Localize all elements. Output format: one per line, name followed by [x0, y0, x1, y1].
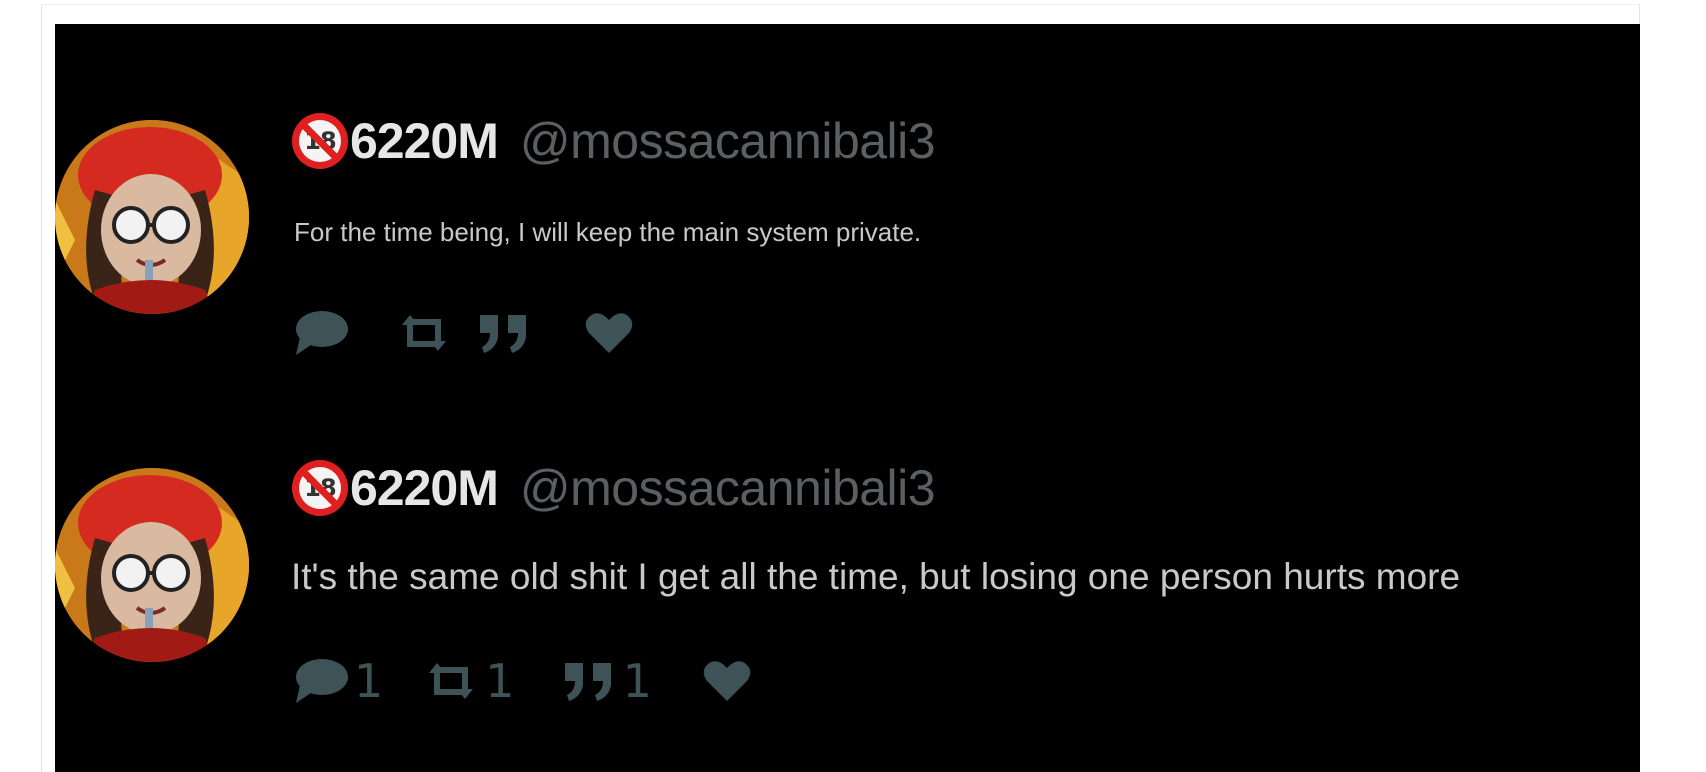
- age-restricted-18-icon: 18: [292, 460, 348, 516]
- avatar[interactable]: [55, 120, 249, 314]
- retweet-icon: [429, 663, 474, 699]
- tweet-screenshot: 18 6220M @mossacannibali3 For the time b…: [55, 24, 1640, 772]
- reply-button[interactable]: [292, 309, 354, 357]
- avatar[interactable]: [55, 468, 249, 662]
- heart-icon: [703, 661, 751, 701]
- tweet-actions: 1 1 1: [292, 654, 788, 708]
- tweet-actions: [292, 309, 670, 357]
- retweet-button[interactable]: 1: [423, 654, 515, 708]
- display-name[interactable]: 6220M: [350, 112, 499, 170]
- heart-icon: [585, 313, 633, 353]
- age-restricted-18-icon: 18: [292, 113, 348, 169]
- handle[interactable]: @mossacannibali3: [520, 459, 936, 517]
- tweet-header: 18 6220M @mossacannibali3: [292, 112, 936, 170]
- quote-icon: [564, 663, 611, 701]
- display-name[interactable]: 6220M: [350, 459, 499, 517]
- retweet-button[interactable]: [396, 313, 458, 353]
- retweet-icon: [402, 315, 446, 351]
- like-button[interactable]: [584, 311, 640, 355]
- tweet-header: 18 6220M @mossacannibali3: [292, 459, 936, 517]
- quote-button[interactable]: 1: [563, 654, 652, 708]
- quote-icon: [480, 315, 526, 353]
- quote-button[interactable]: [478, 313, 538, 353]
- reply-button[interactable]: 1: [292, 654, 383, 708]
- tweet-text: For the time being, I will keep the main…: [294, 217, 922, 247]
- reply-icon: [296, 659, 348, 703]
- tweet-text: It's the same old shit I get all the tim…: [291, 556, 1461, 597]
- reply-icon: [296, 311, 348, 355]
- handle[interactable]: @mossacannibali3: [520, 112, 936, 170]
- like-button[interactable]: [702, 659, 758, 703]
